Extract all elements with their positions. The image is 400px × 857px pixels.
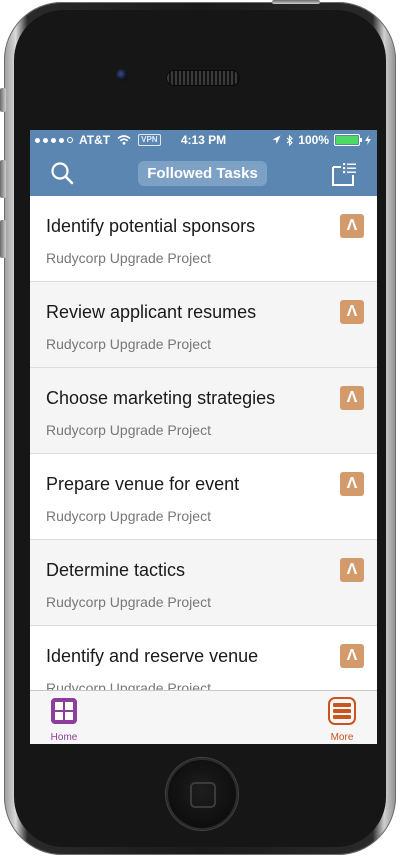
task-project: Rudycorp Upgrade Project: [46, 422, 211, 438]
volume-up-button: [0, 160, 6, 198]
task-project: Rudycorp Upgrade Project: [46, 250, 211, 266]
task-list: Identify potential sponsors Rudycorp Upg…: [30, 196, 377, 690]
task-title: Prepare venue for event: [46, 474, 240, 494]
page-title: Followed Tasks: [138, 161, 267, 186]
followed-badge-icon[interactable]: Λ: [340, 300, 364, 324]
task-row[interactable]: Determine tactics Rudycorp Upgrade Proje…: [30, 540, 377, 626]
task-project: Rudycorp Upgrade Project: [46, 336, 211, 352]
power-button: [272, 0, 320, 4]
task-project: Rudycorp Upgrade Project: [46, 508, 211, 524]
task-title: Review applicant resumes: [46, 302, 257, 322]
battery-icon: [334, 134, 362, 146]
task-title: Determine tactics: [46, 560, 186, 580]
followed-badge-icon[interactable]: Λ: [340, 214, 364, 238]
home-grid-icon: [51, 698, 77, 724]
task-title: Identify potential sponsors: [46, 216, 256, 236]
location-arrow-icon: [272, 135, 281, 144]
more-menu-icon: [328, 697, 356, 725]
task-row[interactable]: Choose marketing strategies Rudycorp Upg…: [30, 368, 377, 454]
search-icon[interactable]: [50, 161, 74, 185]
task-row[interactable]: Review applicant resumes Rudycorp Upgrad…: [30, 282, 377, 368]
followed-badge-icon[interactable]: Λ: [340, 558, 364, 582]
bluetooth-icon: [286, 134, 294, 146]
followed-badge-icon[interactable]: Λ: [340, 386, 364, 410]
task-project: Rudycorp Upgrade Project: [46, 594, 211, 610]
task-project: Rudycorp Upgrade Project: [46, 680, 211, 690]
tab-home[interactable]: Home: [34, 697, 94, 743]
hardware-home-button[interactable]: [166, 758, 238, 830]
mute-switch: [0, 88, 6, 112]
followed-badge-icon[interactable]: Λ: [340, 472, 364, 496]
tab-home-label: Home: [50, 732, 78, 743]
charging-icon: [365, 135, 371, 145]
volume-down-button: [0, 220, 6, 258]
home-square-icon: [190, 782, 216, 808]
tab-bar: Home More: [30, 690, 377, 744]
task-title: Identify and reserve venue: [46, 646, 259, 666]
tab-more[interactable]: More: [312, 697, 372, 743]
status-bar: AT&T VPN 4:13 PM 100%: [30, 130, 377, 150]
navigation-bar: Followed Tasks: [30, 150, 377, 196]
app-screen: AT&T VPN 4:13 PM 100% Followed Tasks Ide…: [30, 130, 377, 744]
tab-more-label: More: [330, 732, 354, 743]
task-row[interactable]: Identify potential sponsors Rudycorp Upg…: [30, 196, 377, 282]
task-title: Choose marketing strategies: [46, 388, 276, 408]
task-row[interactable]: Identify and reserve venue Rudycorp Upgr…: [30, 626, 377, 690]
task-row[interactable]: Prepare venue for event Rudycorp Upgrade…: [30, 454, 377, 540]
battery-percent: 100%: [298, 133, 329, 147]
status-right-group: 100%: [272, 133, 371, 147]
followed-badge-icon[interactable]: Λ: [340, 644, 364, 668]
list-icon[interactable]: [331, 161, 357, 187]
front-camera: [116, 69, 128, 81]
earpiece-speaker: [166, 70, 240, 86]
